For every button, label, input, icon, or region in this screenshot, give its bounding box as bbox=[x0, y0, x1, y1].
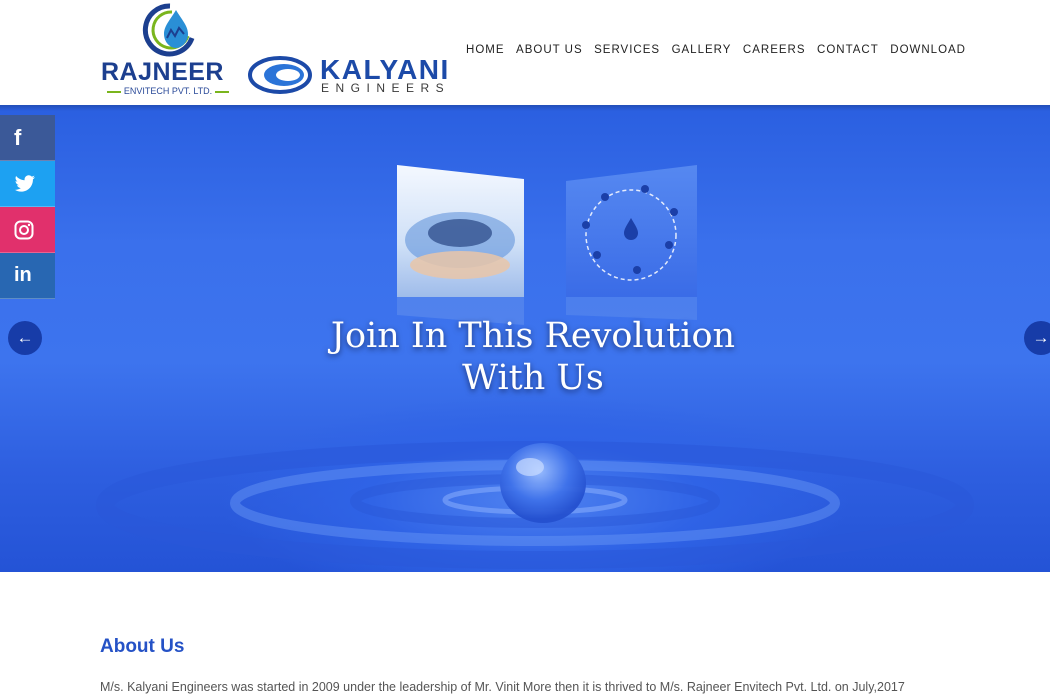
about-text: M/s. Kalyani Engineers was started in 20… bbox=[100, 680, 905, 694]
nav-about-us[interactable]: ABOUT US bbox=[516, 43, 583, 57]
about-heading: About Us bbox=[100, 636, 185, 657]
twitter-link[interactable] bbox=[0, 161, 55, 207]
main-nav: HOME ABOUT US SERVICES GALLERY CAREERS C… bbox=[455, 43, 966, 57]
nav-contact[interactable]: CONTACT bbox=[817, 43, 879, 57]
linkedin-icon: in bbox=[14, 264, 32, 286]
rajneer-drop-icon bbox=[142, 3, 195, 57]
slider-prev-button[interactable]: ← bbox=[8, 321, 42, 355]
hero-title: Join In This Revolution With Us bbox=[283, 315, 783, 399]
rajneer-logo-name: RAJNEER bbox=[101, 58, 224, 86]
instagram-link[interactable] bbox=[0, 207, 55, 253]
hero-title-line-1: Join In This Revolution bbox=[330, 316, 736, 356]
nav-download[interactable]: DOWNLOAD bbox=[890, 43, 966, 57]
kalyani-swoosh-icon bbox=[248, 56, 312, 94]
kalyani-logo-name: KALYANI bbox=[320, 54, 450, 85]
rajneer-logo-sub: ENVITECH PVT. LTD. bbox=[100, 86, 236, 97]
arrow-right-icon: → bbox=[1032, 328, 1050, 347]
linkedin-link[interactable]: in bbox=[0, 253, 55, 299]
nav-services[interactable]: SERVICES bbox=[594, 43, 660, 57]
nav-home[interactable]: HOME bbox=[466, 43, 505, 57]
kalyani-logo-sub: ENGINEERS bbox=[321, 81, 451, 95]
social-sidebar: f in bbox=[0, 115, 55, 299]
slider-next-button[interactable]: → bbox=[1024, 321, 1050, 355]
nav-gallery[interactable]: GALLERY bbox=[672, 43, 732, 57]
facebook-icon: f bbox=[14, 124, 22, 150]
twitter-icon bbox=[14, 174, 35, 192]
hero-title-line-2: With Us bbox=[462, 358, 604, 398]
facebook-link[interactable]: f bbox=[0, 115, 55, 161]
hero-slider: Join In This Revolution With Us ← → bbox=[0, 105, 1050, 572]
site-header: RAJNEER ENVITECH PVT. LTD. KALYANI ENGIN… bbox=[0, 0, 1050, 105]
instagram-icon bbox=[14, 220, 34, 239]
nav-careers[interactable]: CAREERS bbox=[743, 43, 806, 57]
kalyani-logo[interactable]: KALYANI ENGINEERS bbox=[248, 55, 470, 95]
arrow-left-icon: ← bbox=[16, 328, 34, 347]
rajneer-logo[interactable]: RAJNEER ENVITECH PVT. LTD. bbox=[100, 2, 238, 98]
